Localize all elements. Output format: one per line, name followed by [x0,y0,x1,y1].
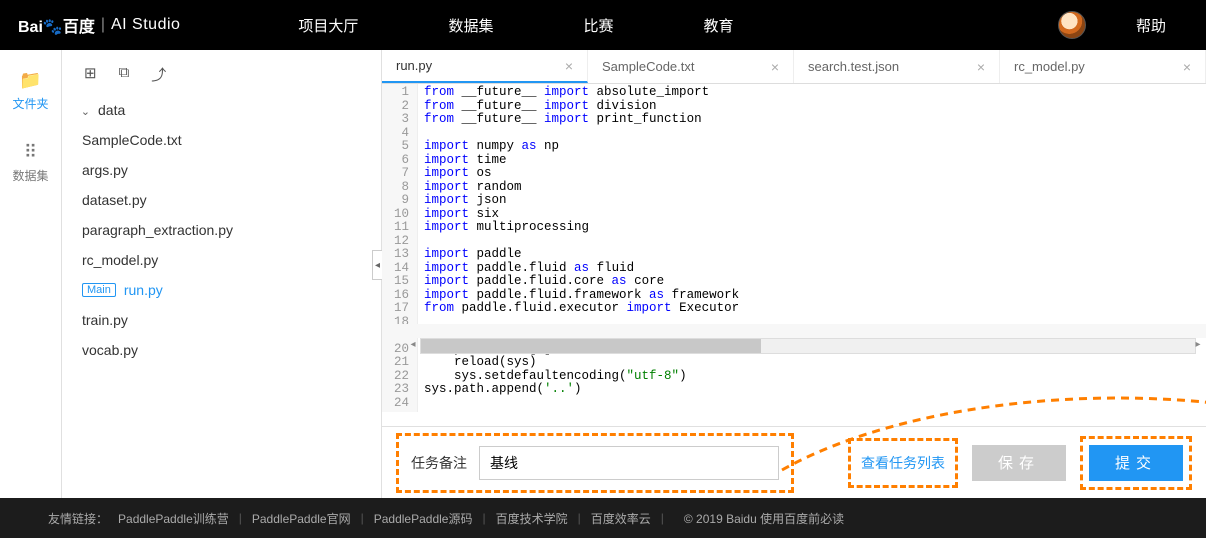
close-icon[interactable]: × [565,58,573,74]
rail-files-label: 文件夹 [12,95,48,112]
view-tasks-link[interactable]: 查看任务列表 [861,455,945,471]
help-link[interactable]: 帮助 [1136,15,1166,36]
main-file-name: run.py [124,282,163,298]
upload-icon[interactable]: ⤴ [151,64,166,85]
rail-dataset-label: 数据集 [12,167,48,184]
nav-education[interactable]: 教育 [703,15,733,36]
editor-tabs: run.py× SampleCode.txt× search.test.json… [382,50,1206,84]
top-bar: Bai🐾百度 | AI Studio 项目大厅 数据集 比赛 教育 帮助 [0,0,1206,50]
gutter-line-24 [382,324,1206,338]
footer-link[interactable]: PaddlePaddle官网 [252,510,351,527]
logo-mark: Bai🐾百度 [18,13,95,37]
footer: 友情链接： PaddlePaddle训练营| PaddlePaddle官网| P… [0,498,1206,538]
source-code[interactable]: from __future__ import absolute_importfr… [418,84,745,412]
code-viewport[interactable]: 123456789101112131415161718192021222324 … [382,84,1206,426]
remark-input[interactable] [479,446,779,480]
new-folder-icon[interactable]: ⧉ [119,64,130,85]
logo[interactable]: Bai🐾百度 | AI Studio [0,13,198,37]
file-item[interactable]: SampleCode.txt [68,125,375,155]
view-tasks-group: 查看任务列表 [848,438,958,488]
submit-highlight: 提交 [1080,436,1192,490]
file-sidebar: ⊞ ⧉ ⤴ data SampleCode.txt args.py datase… [62,50,382,498]
footer-link[interactable]: 百度技术学院 [496,510,568,527]
file-item[interactable]: dataset.py [68,185,375,215]
horizontal-scrollbar[interactable] [420,338,1196,354]
collapse-sidebar-handle[interactable]: ◂ [372,250,382,280]
close-icon[interactable]: × [977,59,985,75]
footer-link[interactable]: PaddlePaddle训练营 [118,510,229,527]
file-item-main[interactable]: Main run.py [68,275,375,305]
left-rail: 📁 文件夹 ⠿ 数据集 [0,50,62,498]
file-item[interactable]: train.py [68,305,375,335]
tab-rcmodel[interactable]: rc_model.py× [1000,50,1206,83]
close-icon[interactable]: × [771,59,779,75]
new-file-icon[interactable]: ⊞ [84,64,97,85]
dataset-icon: ⠿ [12,142,48,163]
submit-button[interactable]: 提交 [1089,445,1183,481]
tab-search[interactable]: search.test.json× [794,50,1000,83]
file-item[interactable]: rc_model.py [68,245,375,275]
user-avatar[interactable] [1058,11,1086,39]
editor-area: ◂ run.py× SampleCode.txt× search.test.js… [382,50,1206,498]
file-item[interactable]: args.py [68,155,375,185]
file-item[interactable]: paragraph_extraction.py [68,215,375,245]
tab-run[interactable]: run.py× [382,50,588,83]
remark-label: 任务备注 [411,453,467,473]
nav-projects[interactable]: 项目大厅 [298,15,358,36]
file-item[interactable]: vocab.py [68,335,375,365]
line-gutter: 123456789101112131415161718192021222324 [382,84,418,412]
footer-link[interactable]: 百度效率云 [591,510,651,527]
task-bar: 任务备注 查看任务列表 保存 提交 [382,426,1206,498]
footer-link[interactable]: PaddlePaddle源码 [374,510,473,527]
main-badge: Main [82,283,116,297]
logo-text: AI Studio [111,16,180,34]
sidebar-toolbar: ⊞ ⧉ ⤴ [62,50,381,95]
footer-label: 友情链接： [48,510,108,527]
tab-sample[interactable]: SampleCode.txt× [588,50,794,83]
close-icon[interactable]: × [1183,59,1191,75]
footer-copyright: © 2019 Baidu 使用百度前必读 [684,510,844,527]
workspace: 📁 文件夹 ⠿ 数据集 ⊞ ⧉ ⤴ data SampleCode.txt ar… [0,50,1206,498]
folder-data[interactable]: data [68,95,375,125]
rail-files[interactable]: 📁 文件夹 [12,70,48,112]
remark-group: 任务备注 [396,433,794,493]
folder-icon: 📁 [12,70,48,91]
scrollbar-thumb[interactable] [421,339,761,353]
file-tree: data SampleCode.txt args.py dataset.py p… [62,95,381,371]
main-nav: 项目大厅 数据集 比赛 教育 [298,15,733,36]
nav-datasets[interactable]: 数据集 [448,15,493,36]
nav-competitions[interactable]: 比赛 [583,15,613,36]
logo-separator: | [101,16,105,34]
rail-datasets[interactable]: ⠿ 数据集 [12,142,48,184]
save-button[interactable]: 保存 [972,445,1066,481]
